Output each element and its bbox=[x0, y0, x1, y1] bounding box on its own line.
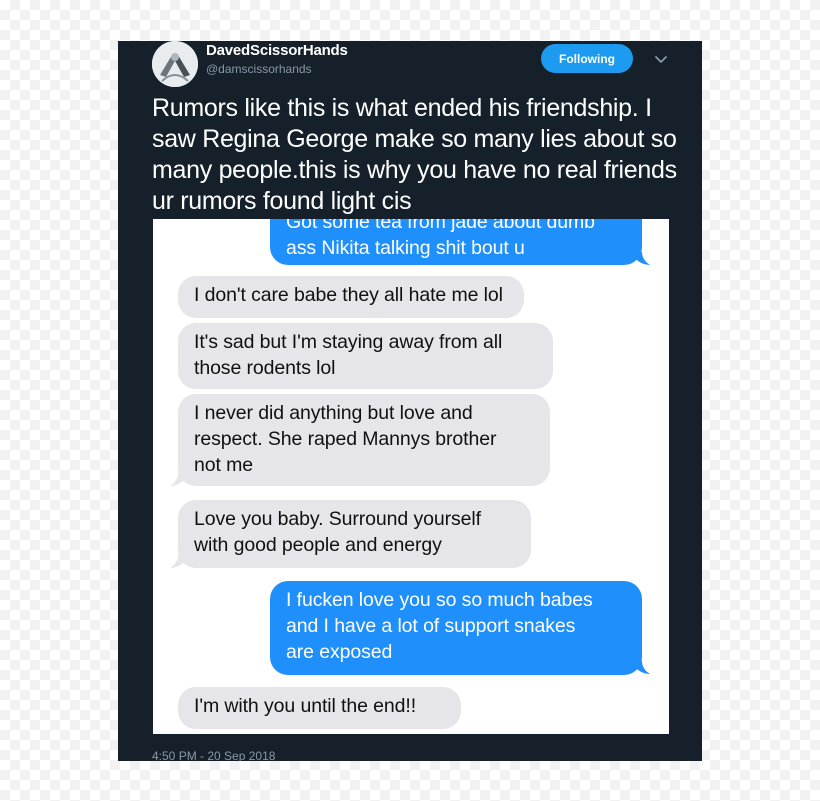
message-bubble-sent: I fucken love you so so much babes and I… bbox=[270, 581, 642, 675]
chevron-down-icon[interactable] bbox=[653, 51, 669, 67]
message-bubble-received: I never did anything but love and respec… bbox=[178, 394, 550, 486]
avatar[interactable] bbox=[152, 41, 198, 87]
message-line: I never did anything but love and bbox=[194, 402, 473, 424]
message-bubble-received: I'm with you until the end!! bbox=[178, 687, 461, 729]
message-line: those rodents lol bbox=[194, 357, 336, 379]
message-line: Got some tea from jade about dumb bbox=[286, 219, 595, 233]
message-line: respect. She raped Mannys brother bbox=[194, 428, 497, 450]
message-line: I don't care babe they all hate me lol bbox=[194, 284, 503, 306]
bubble-tail bbox=[170, 473, 188, 486]
message-bubble-received: I don't care babe they all hate me lol bbox=[178, 276, 524, 318]
user-handle[interactable]: @damscissorhands bbox=[206, 62, 312, 76]
display-name[interactable]: DavedScissorHands bbox=[206, 42, 348, 59]
tweet-timestamp[interactable]: 4:50 PM - 20 Sep 2018 bbox=[152, 749, 275, 761]
profile-avatar-image bbox=[152, 41, 198, 87]
following-button[interactable]: Following bbox=[541, 44, 633, 73]
message-line: not me bbox=[194, 454, 254, 476]
message-bubble-received: Love you baby. Surround yourself with go… bbox=[178, 500, 531, 568]
tweet-card: DavedScissorHands @damscissorhands Follo… bbox=[118, 41, 702, 761]
message-line: It's sad but I'm staying away from all bbox=[194, 331, 503, 353]
message-line: with good people and energy bbox=[194, 534, 442, 556]
message-line: are exposed bbox=[286, 641, 393, 663]
bubble-tail bbox=[632, 661, 650, 674]
bubble-tail bbox=[170, 555, 188, 568]
bubble-tail bbox=[632, 252, 650, 265]
message-bubble-received: It's sad but I'm staying away from all t… bbox=[178, 323, 553, 389]
message-line: and I have a lot of support snakes bbox=[286, 615, 576, 637]
tweet-text: Rumors like this is what ended his frien… bbox=[152, 94, 677, 215]
message-line: ass Nikita talking shit bout u bbox=[286, 237, 525, 259]
message-line: I'm with you until the end!! bbox=[194, 695, 417, 717]
message-line: I fucken love you so so much babes bbox=[286, 589, 593, 611]
message-screenshot: Got some tea from jade about dumb ass Ni… bbox=[153, 219, 669, 734]
message-bubble-sent: Got some tea from jade about dumb ass Ni… bbox=[270, 219, 642, 265]
message-line: Love you baby. Surround yourself bbox=[194, 508, 481, 530]
